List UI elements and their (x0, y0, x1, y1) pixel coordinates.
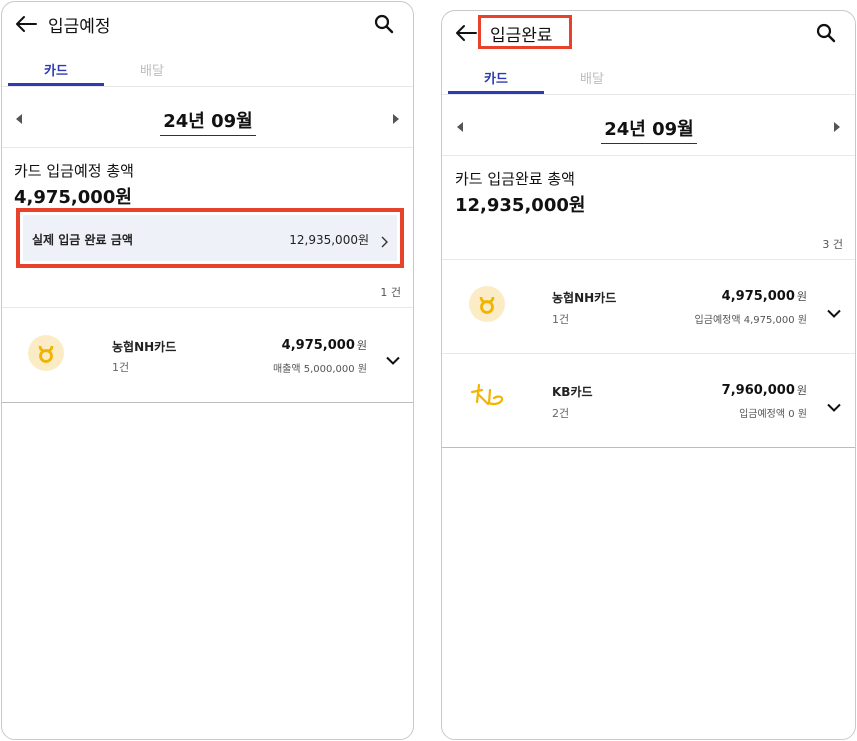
nh-card-logo-icon (28, 335, 64, 371)
chevron-right-icon (380, 233, 388, 252)
kb-card-logo-icon (468, 383, 508, 416)
triangle-right-icon[interactable] (393, 114, 399, 124)
card-amount-value: 4,975,000 (721, 289, 795, 304)
card-amount-unit: 원 (796, 290, 807, 303)
page-title: 입금완료 (490, 26, 553, 46)
back-arrow-icon[interactable] (454, 23, 478, 43)
triangle-left-icon[interactable] (16, 114, 22, 124)
list-item-nh[interactable]: 농협NH카드 1건 4,975,000 원 매출액 5,000,000 원 (2, 308, 413, 402)
chevron-down-icon[interactable] (386, 350, 400, 369)
card-amount-unit: 원 (796, 384, 807, 397)
tab-delivery[interactable]: 배달 (104, 60, 200, 79)
card-name: KB카드 (552, 385, 593, 399)
card-expected-amount: 입금예정액 4,975,000 원 (694, 315, 807, 326)
card-sales-amount: 매출액 5,000,000 원 (272, 364, 367, 375)
list-bottom-divider (2, 402, 413, 403)
month-selector[interactable]: 24년 09월 (601, 115, 697, 144)
summary-amount: 12,935,000원 (455, 195, 586, 216)
tabs-divider (2, 86, 413, 87)
screen-deposit-completed: 입금완료 카드 배달 24년 09월 카드 입금완료 총액 12,935,000… (441, 10, 856, 740)
list-item-kb[interactable]: KB카드 2건 7,960,000 원 입금예정액 0 원 (442, 354, 855, 447)
result-count: 3 건 (822, 238, 843, 251)
actual-deposit-amount: 12,935,000원 (289, 233, 369, 247)
actual-deposit-row[interactable]: 실제 입금 완료 금액 12,935,000원 (23, 215, 397, 261)
card-amount-value: 4,975,000 (281, 338, 355, 353)
list-item-nh[interactable]: 농협NH카드 1건 4,975,000 원 입금예정액 4,975,000 원 (442, 260, 855, 353)
triangle-right-icon[interactable] (834, 122, 840, 132)
tab-card[interactable]: 카드 (8, 60, 104, 79)
search-icon[interactable] (816, 23, 836, 43)
month-divider (442, 155, 855, 156)
result-count: 1 건 (380, 286, 401, 299)
summary-label: 카드 입금예정 총액 (14, 162, 134, 180)
card-amount: 4,975,000 원 (722, 288, 807, 304)
chevron-down-icon[interactable] (827, 397, 841, 416)
summary-amount: 4,975,000원 (14, 187, 132, 208)
actual-deposit-highlight: 실제 입금 완료 금액 12,935,000원 (16, 208, 404, 268)
back-arrow-icon[interactable] (14, 14, 38, 34)
card-expected-amount: 입금예정액 0 원 (739, 409, 807, 420)
card-count: 1건 (552, 313, 570, 326)
tab-card[interactable]: 카드 (448, 68, 544, 87)
page-title: 입금예정 (48, 17, 111, 37)
screen-deposit-scheduled: 입금예정 카드 배달 24년 09월 카드 입금예정 총액 4,975,000원… (1, 1, 414, 740)
tab-delivery[interactable]: 배달 (544, 68, 640, 87)
card-name: 농협NH카드 (112, 340, 177, 354)
search-icon[interactable] (374, 14, 394, 34)
card-count: 1건 (112, 361, 130, 374)
card-amount-unit: 원 (356, 339, 367, 352)
card-amount-value: 7,960,000 (721, 383, 795, 398)
list-bottom-divider (442, 447, 855, 448)
card-count: 2건 (552, 407, 570, 420)
summary-label: 카드 입금완료 총액 (455, 170, 575, 188)
month-selector[interactable]: 24년 09월 (160, 107, 256, 136)
actual-deposit-label: 실제 입금 완료 금액 (32, 233, 133, 247)
card-amount: 4,975,000 원 (282, 337, 367, 353)
chevron-down-icon[interactable] (827, 303, 841, 322)
card-name: 농협NH카드 (552, 291, 617, 305)
card-amount: 7,960,000 원 (722, 382, 807, 398)
nh-card-logo-icon (469, 286, 505, 322)
month-divider (2, 147, 413, 148)
triangle-left-icon[interactable] (457, 122, 463, 132)
tabs-divider (442, 94, 855, 95)
